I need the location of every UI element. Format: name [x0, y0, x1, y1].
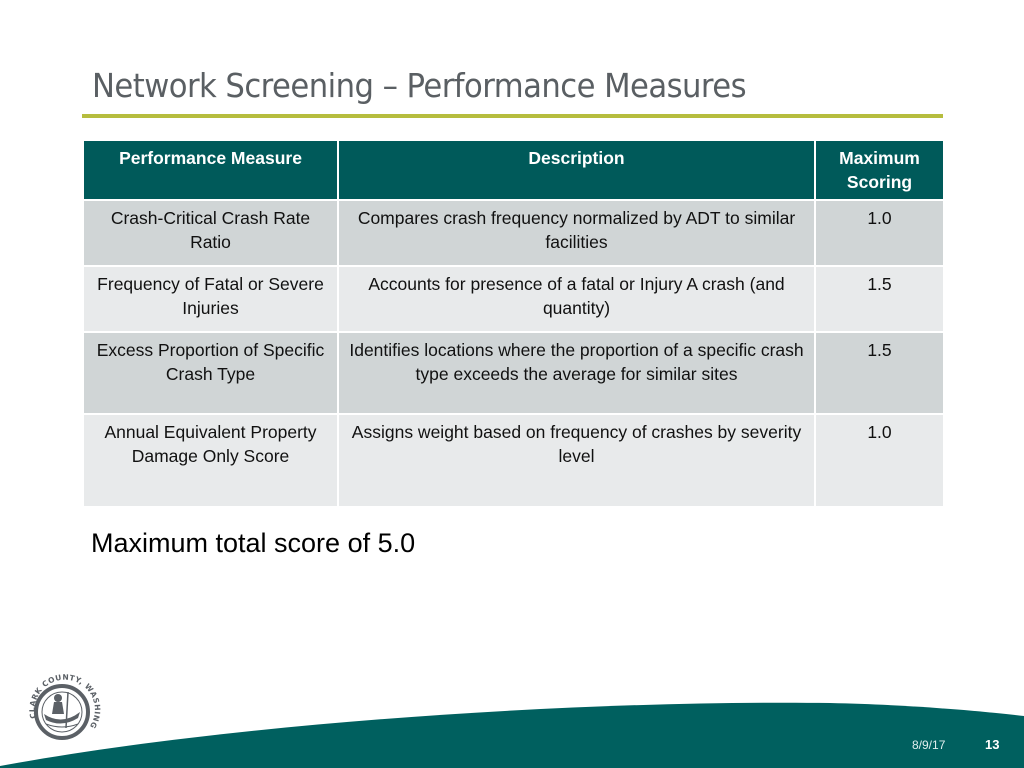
page-number: 13 — [985, 737, 1000, 752]
clark-county-seal-logo: CLARK COUNTY, WASHINGTON — [24, 666, 101, 740]
footer-date: 8/9/17 — [912, 738, 946, 752]
footer-wave — [0, 702, 1024, 768]
